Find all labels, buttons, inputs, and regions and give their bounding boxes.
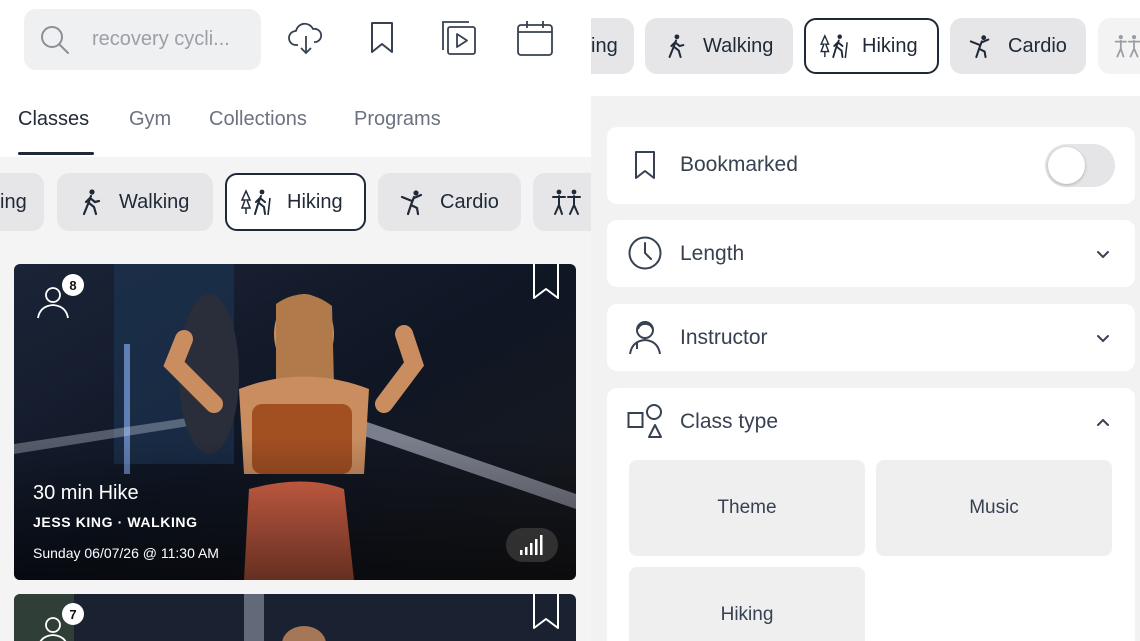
bookmark-icon (627, 147, 663, 183)
discipline-chips: ing Walking Hiking Cardio (0, 157, 591, 249)
discipline-chips: ing Walking Hiking Cardio (591, 0, 1140, 96)
tab-programs[interactable]: Programs (354, 108, 441, 131)
class-type-option[interactable]: Hiking (629, 567, 865, 641)
card-bookmark-icon[interactable] (532, 264, 560, 300)
class-card[interactable]: 7 (14, 594, 576, 641)
card-bookmark-icon[interactable] (532, 594, 560, 630)
walking-icon (77, 188, 105, 216)
chip-label: Hiking (862, 34, 918, 57)
strength-icon (1114, 35, 1140, 58)
chip-partial[interactable]: ing (591, 18, 634, 74)
instructor-label: Instructor (680, 326, 768, 349)
class-type-filter: Class type Theme Music Hiking (607, 388, 1135, 641)
walking-icon (668, 34, 685, 59)
chip-strength[interactable] (1098, 18, 1140, 74)
class-card[interactable]: 8 30 min Hike JESS KING · WALKING Sunday… (14, 264, 576, 580)
class-date: Sunday 06/07/26 @ 11:30 AM (33, 545, 219, 561)
chip-walking[interactable]: Walking (57, 173, 213, 231)
chip-label: ing (0, 190, 27, 213)
calendar-icon[interactable] (515, 18, 555, 58)
class-thumbnail (14, 594, 576, 641)
cardio-icon (398, 188, 426, 216)
search-input[interactable] (92, 9, 252, 70)
toggle-knob (1048, 147, 1085, 184)
length-label: Length (680, 242, 745, 265)
chip-label: Cardio (1008, 34, 1067, 57)
active-tab-indicator (18, 152, 94, 155)
class-browser-pane: Classes Gym Collections Programs ing Wal… (0, 0, 591, 641)
class-thumbnail (14, 264, 576, 580)
section-tabs: Classes Gym Collections Programs (0, 95, 591, 157)
participants-count: 7 (62, 603, 84, 625)
signal-bars-icon (520, 535, 543, 555)
shapes-icon (627, 403, 663, 439)
chip-cardio[interactable]: Cardio (378, 173, 521, 231)
difficulty-badge (506, 528, 558, 562)
strength-icon (549, 188, 583, 216)
participants-count: 8 (62, 274, 84, 296)
search-icon (41, 26, 69, 54)
chip-strength[interactable] (533, 173, 591, 231)
chip-walking[interactable]: Walking (645, 18, 793, 74)
bookmarked-label: Bookmarked (680, 153, 798, 176)
chip-hiking[interactable]: Hiking (804, 18, 939, 74)
hiking-icon (820, 34, 848, 59)
chip-label: Hiking (287, 190, 343, 213)
chip-label: Walking (703, 34, 774, 57)
clock-icon (627, 235, 663, 271)
class-instructor-discipline: JESS KING · WALKING (33, 514, 198, 530)
chip-label: ing (591, 34, 618, 57)
hiking-icon (241, 188, 275, 216)
bookmarked-toggle[interactable] (1045, 144, 1115, 187)
bookmark-icon[interactable] (362, 18, 402, 58)
chip-cardio[interactable]: Cardio (950, 18, 1086, 74)
cardio-icon (969, 35, 990, 59)
chevron-down-icon (1095, 330, 1111, 346)
chevron-down-icon (1095, 246, 1111, 262)
class-title: 30 min Hike (33, 482, 139, 504)
download-cloud-icon[interactable] (286, 18, 326, 58)
class-type-label: Class type (680, 410, 779, 433)
class-type-option[interactable]: Music (876, 460, 1112, 556)
tab-collections[interactable]: Collections (209, 108, 307, 131)
tab-gym[interactable]: Gym (129, 108, 171, 131)
chip-label: Cardio (440, 190, 499, 213)
chip-hiking[interactable]: Hiking (225, 173, 366, 231)
search-bar[interactable] (24, 9, 261, 70)
chip-partial[interactable]: ing (0, 173, 44, 231)
playlist-icon[interactable] (439, 18, 479, 58)
class-type-option[interactable]: Theme (629, 460, 865, 556)
instructor-filter[interactable]: Instructor (607, 304, 1135, 371)
chevron-up-icon[interactable] (1095, 414, 1111, 430)
instructor-icon (627, 319, 663, 355)
bookmarked-filter: Bookmarked (607, 127, 1135, 204)
length-filter[interactable]: Length (607, 220, 1135, 287)
filter-pane: ing Walking Hiking Cardio Bookmarked Len… (591, 0, 1140, 641)
tab-classes[interactable]: Classes (18, 108, 89, 131)
chip-label: Walking (119, 190, 190, 213)
